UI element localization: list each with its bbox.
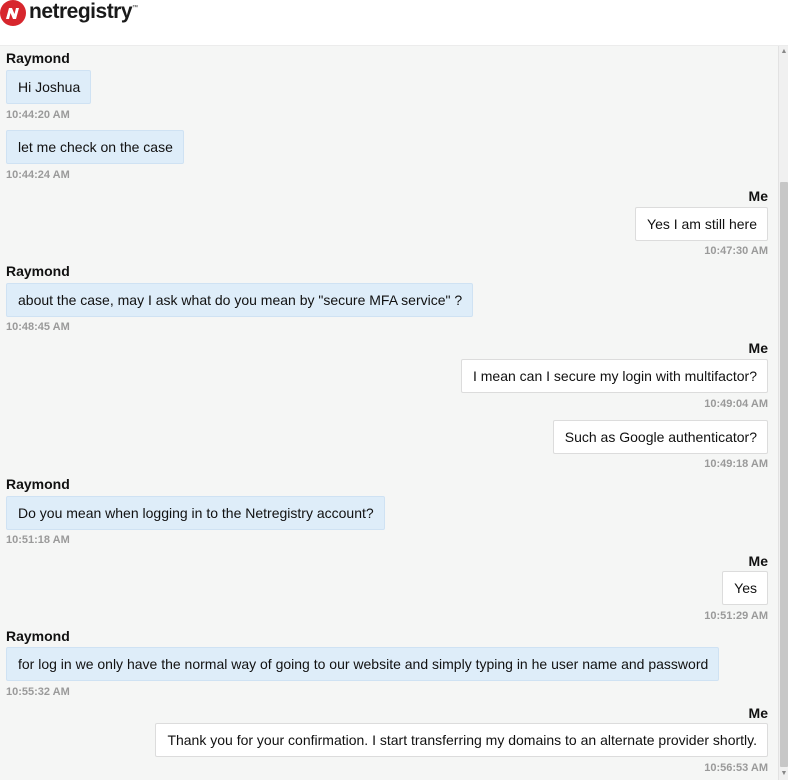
message-timestamp: 10:51:29 AM (704, 610, 768, 622)
user-message-bubble: Thank you for your confirmation. I start… (155, 723, 768, 757)
scroll-up-arrow-icon[interactable]: ▲ (779, 46, 788, 58)
agent-message-bubble: Do you mean when logging in to the Netre… (6, 496, 385, 530)
message-timestamp: 10:49:04 AM (704, 398, 768, 410)
message-sender: Raymond (6, 628, 70, 644)
message-timestamp: 10:49:18 AM (704, 458, 768, 470)
message-timestamp: 10:56:53 AM (704, 762, 768, 774)
message-sender: Raymond (6, 476, 70, 492)
brand-name: netregistry™ (29, 0, 138, 23)
scroll-down-arrow-icon[interactable]: ▼ (779, 768, 788, 780)
message-timestamp: 10:47:30 AM (704, 245, 768, 257)
message-sender: Me (748, 553, 768, 569)
scrollbar-thumb[interactable] (780, 182, 788, 767)
message-timestamp: 10:44:24 AM (6, 169, 70, 181)
message-sender: Raymond (6, 50, 70, 66)
netregistry-logo-icon (0, 0, 26, 26)
message-timestamp: 10:48:45 AM (6, 321, 70, 333)
message-sender: Me (748, 705, 768, 721)
user-message-bubble: I mean can I secure my login with multif… (460, 359, 768, 393)
user-message-bubble: Yes I am still here (635, 207, 768, 241)
agent-message-bubble: let me check on the case (6, 130, 184, 164)
agent-message-bubble: about the case, may I ask what do you me… (6, 283, 474, 317)
agent-message-bubble: Hi Joshua (6, 70, 92, 104)
message-sender: Raymond (6, 263, 70, 279)
chat-scrollbar[interactable]: ▲ ▼ (778, 46, 788, 780)
message-timestamp: 10:44:20 AM (6, 109, 70, 121)
message-timestamp: 10:51:18 AM (6, 534, 70, 546)
user-message-bubble: Yes (722, 571, 768, 605)
chat-transcript[interactable]: Raymond Hi Joshua 10:44:20 AM let me che… (0, 46, 778, 780)
user-message-bubble: Such as Google authenticator? (552, 420, 768, 454)
netregistry-logo[interactable]: netregistry™ (0, 0, 138, 26)
agent-message-bubble: for log in we only have the normal way o… (6, 647, 720, 681)
header: netregistry™ (0, 0, 788, 46)
message-sender: Me (748, 188, 768, 204)
message-timestamp: 10:55:32 AM (6, 686, 70, 698)
message-sender: Me (748, 340, 768, 356)
